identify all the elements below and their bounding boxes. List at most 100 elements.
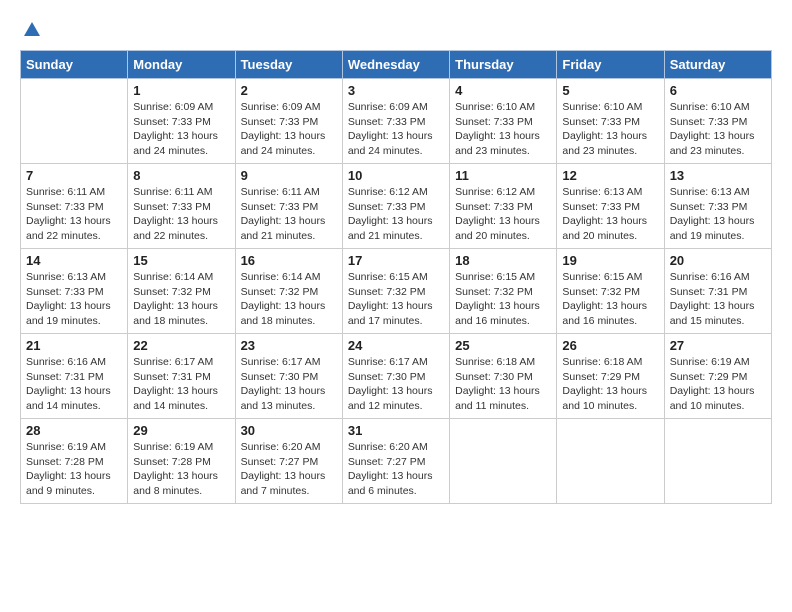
weekday-header: Tuesday: [235, 51, 342, 79]
calendar-cell: 12 Sunrise: 6:13 AM Sunset: 7:33 PM Dayli…: [557, 164, 664, 249]
calendar-cell: 5Sunrise: 6:10 AM Sunset: 7:33 PM Daylig…: [557, 79, 664, 164]
day-info: Sunrise: 6:19 AM Sunset: 7:29 PM Dayligh…: [670, 355, 766, 414]
day-info: Sunrise: 6:18 AM Sunset: 7:29 PM Dayligh…: [562, 355, 658, 414]
calendar-cell: 13 Sunrise: 6:13 AM Sunset: 7:33 PM Dayli…: [664, 164, 771, 249]
weekday-header: Wednesday: [342, 51, 449, 79]
calendar-cell: 20 Sunrise: 6:16 AM Sunset: 7:31 PM Dayli…: [664, 249, 771, 334]
calendar-cell: 23 Sunrise: 6:17 AM Sunset: 7:30 PM Dayli…: [235, 334, 342, 419]
calendar-cell: 29Sunrise: 6:19 AM Sunset: 7:28 PM Dayli…: [128, 419, 235, 504]
calendar-cell: 11Sunrise: 6:12 AM Sunset: 7:33 PM Dayli…: [450, 164, 557, 249]
day-number: 14: [26, 253, 122, 268]
day-info: Sunrise: 6:14 AM Sunset: 7:32 PM Dayligh…: [241, 270, 337, 329]
calendar-cell: 7Sunrise: 6:11 AM Sunset: 7:33 PM Daylig…: [21, 164, 128, 249]
day-info: Sunrise: 6:17 AM Sunset: 7:30 PM Dayligh…: [348, 355, 444, 414]
calendar-cell: 16 Sunrise: 6:14 AM Sunset: 7:32 PM Dayli…: [235, 249, 342, 334]
day-number: 21: [26, 338, 122, 353]
logo-icon: [22, 20, 42, 40]
calendar-week-row: 28 Sunrise: 6:19 AM Sunset: 7:28 PM Dayli…: [21, 419, 772, 504]
day-info: Sunrise: 6:17 AM Sunset: 7:30 PM Dayligh…: [241, 355, 337, 414]
day-number: 24: [348, 338, 444, 353]
day-info: Sunrise: 6:19 AM Sunset: 7:28 PM Dayligh…: [26, 440, 122, 499]
calendar-header-row: SundayMondayTuesdayWednesdayThursdayFrid…: [21, 51, 772, 79]
day-info: Sunrise: 6:11 AM Sunset: 7:33 PM Dayligh…: [133, 185, 229, 244]
calendar-week-row: 7 Sunrise: 6:11 AM Sunset: 7:33 PM Daylig…: [21, 164, 772, 249]
day-number: 4: [455, 83, 551, 98]
day-number: 18: [455, 253, 551, 268]
day-number: 13: [670, 168, 766, 183]
calendar-cell: 25 Sunrise: 6:18 AM Sunset: 7:30 PM Dayli…: [450, 334, 557, 419]
calendar-cell: 19 Sunrise: 6:15 AM Sunset: 7:32 PM Dayli…: [557, 249, 664, 334]
calendar-cell: 3Sunrise: 6:09 AM Sunset: 7:33 PM Daylig…: [342, 79, 449, 164]
calendar-cell: 6 Sunrise: 6:10 AM Sunset: 7:33 PM Daylig…: [664, 79, 771, 164]
day-number: 11: [455, 168, 551, 183]
calendar-cell: 9Sunrise: 6:11 AM Sunset: 7:33 PM Daylig…: [235, 164, 342, 249]
day-info: Sunrise: 6:18 AM Sunset: 7:30 PM Dayligh…: [455, 355, 551, 414]
day-info: Sunrise: 6:10 AM Sunset: 7:33 PM Dayligh…: [670, 100, 766, 159]
day-number: 27: [670, 338, 766, 353]
day-info: Sunrise: 6:20 AM Sunset: 7:27 PM Dayligh…: [348, 440, 444, 499]
day-number: 8: [133, 168, 229, 183]
weekday-header: Monday: [128, 51, 235, 79]
day-number: 19: [562, 253, 658, 268]
day-number: 31: [348, 423, 444, 438]
weekday-header: Friday: [557, 51, 664, 79]
weekday-header: Thursday: [450, 51, 557, 79]
calendar-cell: 21 Sunrise: 6:16 AM Sunset: 7:31 PM Dayli…: [21, 334, 128, 419]
calendar-week-row: 14 Sunrise: 6:13 AM Sunset: 7:33 PM Dayli…: [21, 249, 772, 334]
calendar-cell: 30Sunrise: 6:20 AM Sunset: 7:27 PM Dayli…: [235, 419, 342, 504]
day-number: 28: [26, 423, 122, 438]
calendar-cell: 18Sunrise: 6:15 AM Sunset: 7:32 PM Dayli…: [450, 249, 557, 334]
day-number: 6: [670, 83, 766, 98]
day-info: Sunrise: 6:13 AM Sunset: 7:33 PM Dayligh…: [26, 270, 122, 329]
day-number: 16: [241, 253, 337, 268]
calendar-cell: 27 Sunrise: 6:19 AM Sunset: 7:29 PM Dayli…: [664, 334, 771, 419]
day-number: 1: [133, 83, 229, 98]
day-info: Sunrise: 6:13 AM Sunset: 7:33 PM Dayligh…: [562, 185, 658, 244]
day-info: Sunrise: 6:09 AM Sunset: 7:33 PM Dayligh…: [241, 100, 337, 159]
calendar-cell: [21, 79, 128, 164]
calendar-cell: 31 Sunrise: 6:20 AM Sunset: 7:27 PM Dayli…: [342, 419, 449, 504]
calendar-cell: 24 Sunrise: 6:17 AM Sunset: 7:30 PM Dayli…: [342, 334, 449, 419]
calendar-cell: 14 Sunrise: 6:13 AM Sunset: 7:33 PM Dayli…: [21, 249, 128, 334]
day-info: Sunrise: 6:20 AM Sunset: 7:27 PM Dayligh…: [241, 440, 337, 499]
calendar-week-row: 21 Sunrise: 6:16 AM Sunset: 7:31 PM Dayli…: [21, 334, 772, 419]
day-info: Sunrise: 6:16 AM Sunset: 7:31 PM Dayligh…: [26, 355, 122, 414]
day-number: 26: [562, 338, 658, 353]
calendar-cell: 1 Sunrise: 6:09 AM Sunset: 7:33 PM Daylig…: [128, 79, 235, 164]
calendar-cell: 17Sunrise: 6:15 AM Sunset: 7:32 PM Dayli…: [342, 249, 449, 334]
day-info: Sunrise: 6:11 AM Sunset: 7:33 PM Dayligh…: [241, 185, 337, 244]
day-info: Sunrise: 6:14 AM Sunset: 7:32 PM Dayligh…: [133, 270, 229, 329]
calendar-cell: 22Sunrise: 6:17 AM Sunset: 7:31 PM Dayli…: [128, 334, 235, 419]
page-header: [20, 20, 772, 40]
day-number: 20: [670, 253, 766, 268]
calendar-cell: 8 Sunrise: 6:11 AM Sunset: 7:33 PM Daylig…: [128, 164, 235, 249]
logo: [20, 20, 42, 40]
day-number: 12: [562, 168, 658, 183]
day-info: Sunrise: 6:10 AM Sunset: 7:33 PM Dayligh…: [455, 100, 551, 159]
calendar-week-row: 1 Sunrise: 6:09 AM Sunset: 7:33 PM Daylig…: [21, 79, 772, 164]
calendar-table: SundayMondayTuesdayWednesdayThursdayFrid…: [20, 50, 772, 504]
day-number: 2: [241, 83, 337, 98]
day-info: Sunrise: 6:09 AM Sunset: 7:33 PM Dayligh…: [348, 100, 444, 159]
day-number: 10: [348, 168, 444, 183]
day-info: Sunrise: 6:16 AM Sunset: 7:31 PM Dayligh…: [670, 270, 766, 329]
day-info: Sunrise: 6:12 AM Sunset: 7:33 PM Dayligh…: [348, 185, 444, 244]
day-info: Sunrise: 6:09 AM Sunset: 7:33 PM Dayligh…: [133, 100, 229, 159]
calendar-cell: 15 Sunrise: 6:14 AM Sunset: 7:32 PM Dayli…: [128, 249, 235, 334]
day-info: Sunrise: 6:13 AM Sunset: 7:33 PM Dayligh…: [670, 185, 766, 244]
day-number: 23: [241, 338, 337, 353]
day-number: 22: [133, 338, 229, 353]
calendar-cell: [557, 419, 664, 504]
day-number: 7: [26, 168, 122, 183]
day-info: Sunrise: 6:15 AM Sunset: 7:32 PM Dayligh…: [562, 270, 658, 329]
day-number: 5: [562, 83, 658, 98]
day-info: Sunrise: 6:19 AM Sunset: 7:28 PM Dayligh…: [133, 440, 229, 499]
calendar-cell: 26 Sunrise: 6:18 AM Sunset: 7:29 PM Dayli…: [557, 334, 664, 419]
calendar-cell: [664, 419, 771, 504]
day-number: 25: [455, 338, 551, 353]
calendar-cell: 4 Sunrise: 6:10 AM Sunset: 7:33 PM Daylig…: [450, 79, 557, 164]
day-info: Sunrise: 6:15 AM Sunset: 7:32 PM Dayligh…: [348, 270, 444, 329]
calendar-cell: 28 Sunrise: 6:19 AM Sunset: 7:28 PM Dayli…: [21, 419, 128, 504]
weekday-header: Saturday: [664, 51, 771, 79]
day-number: 15: [133, 253, 229, 268]
